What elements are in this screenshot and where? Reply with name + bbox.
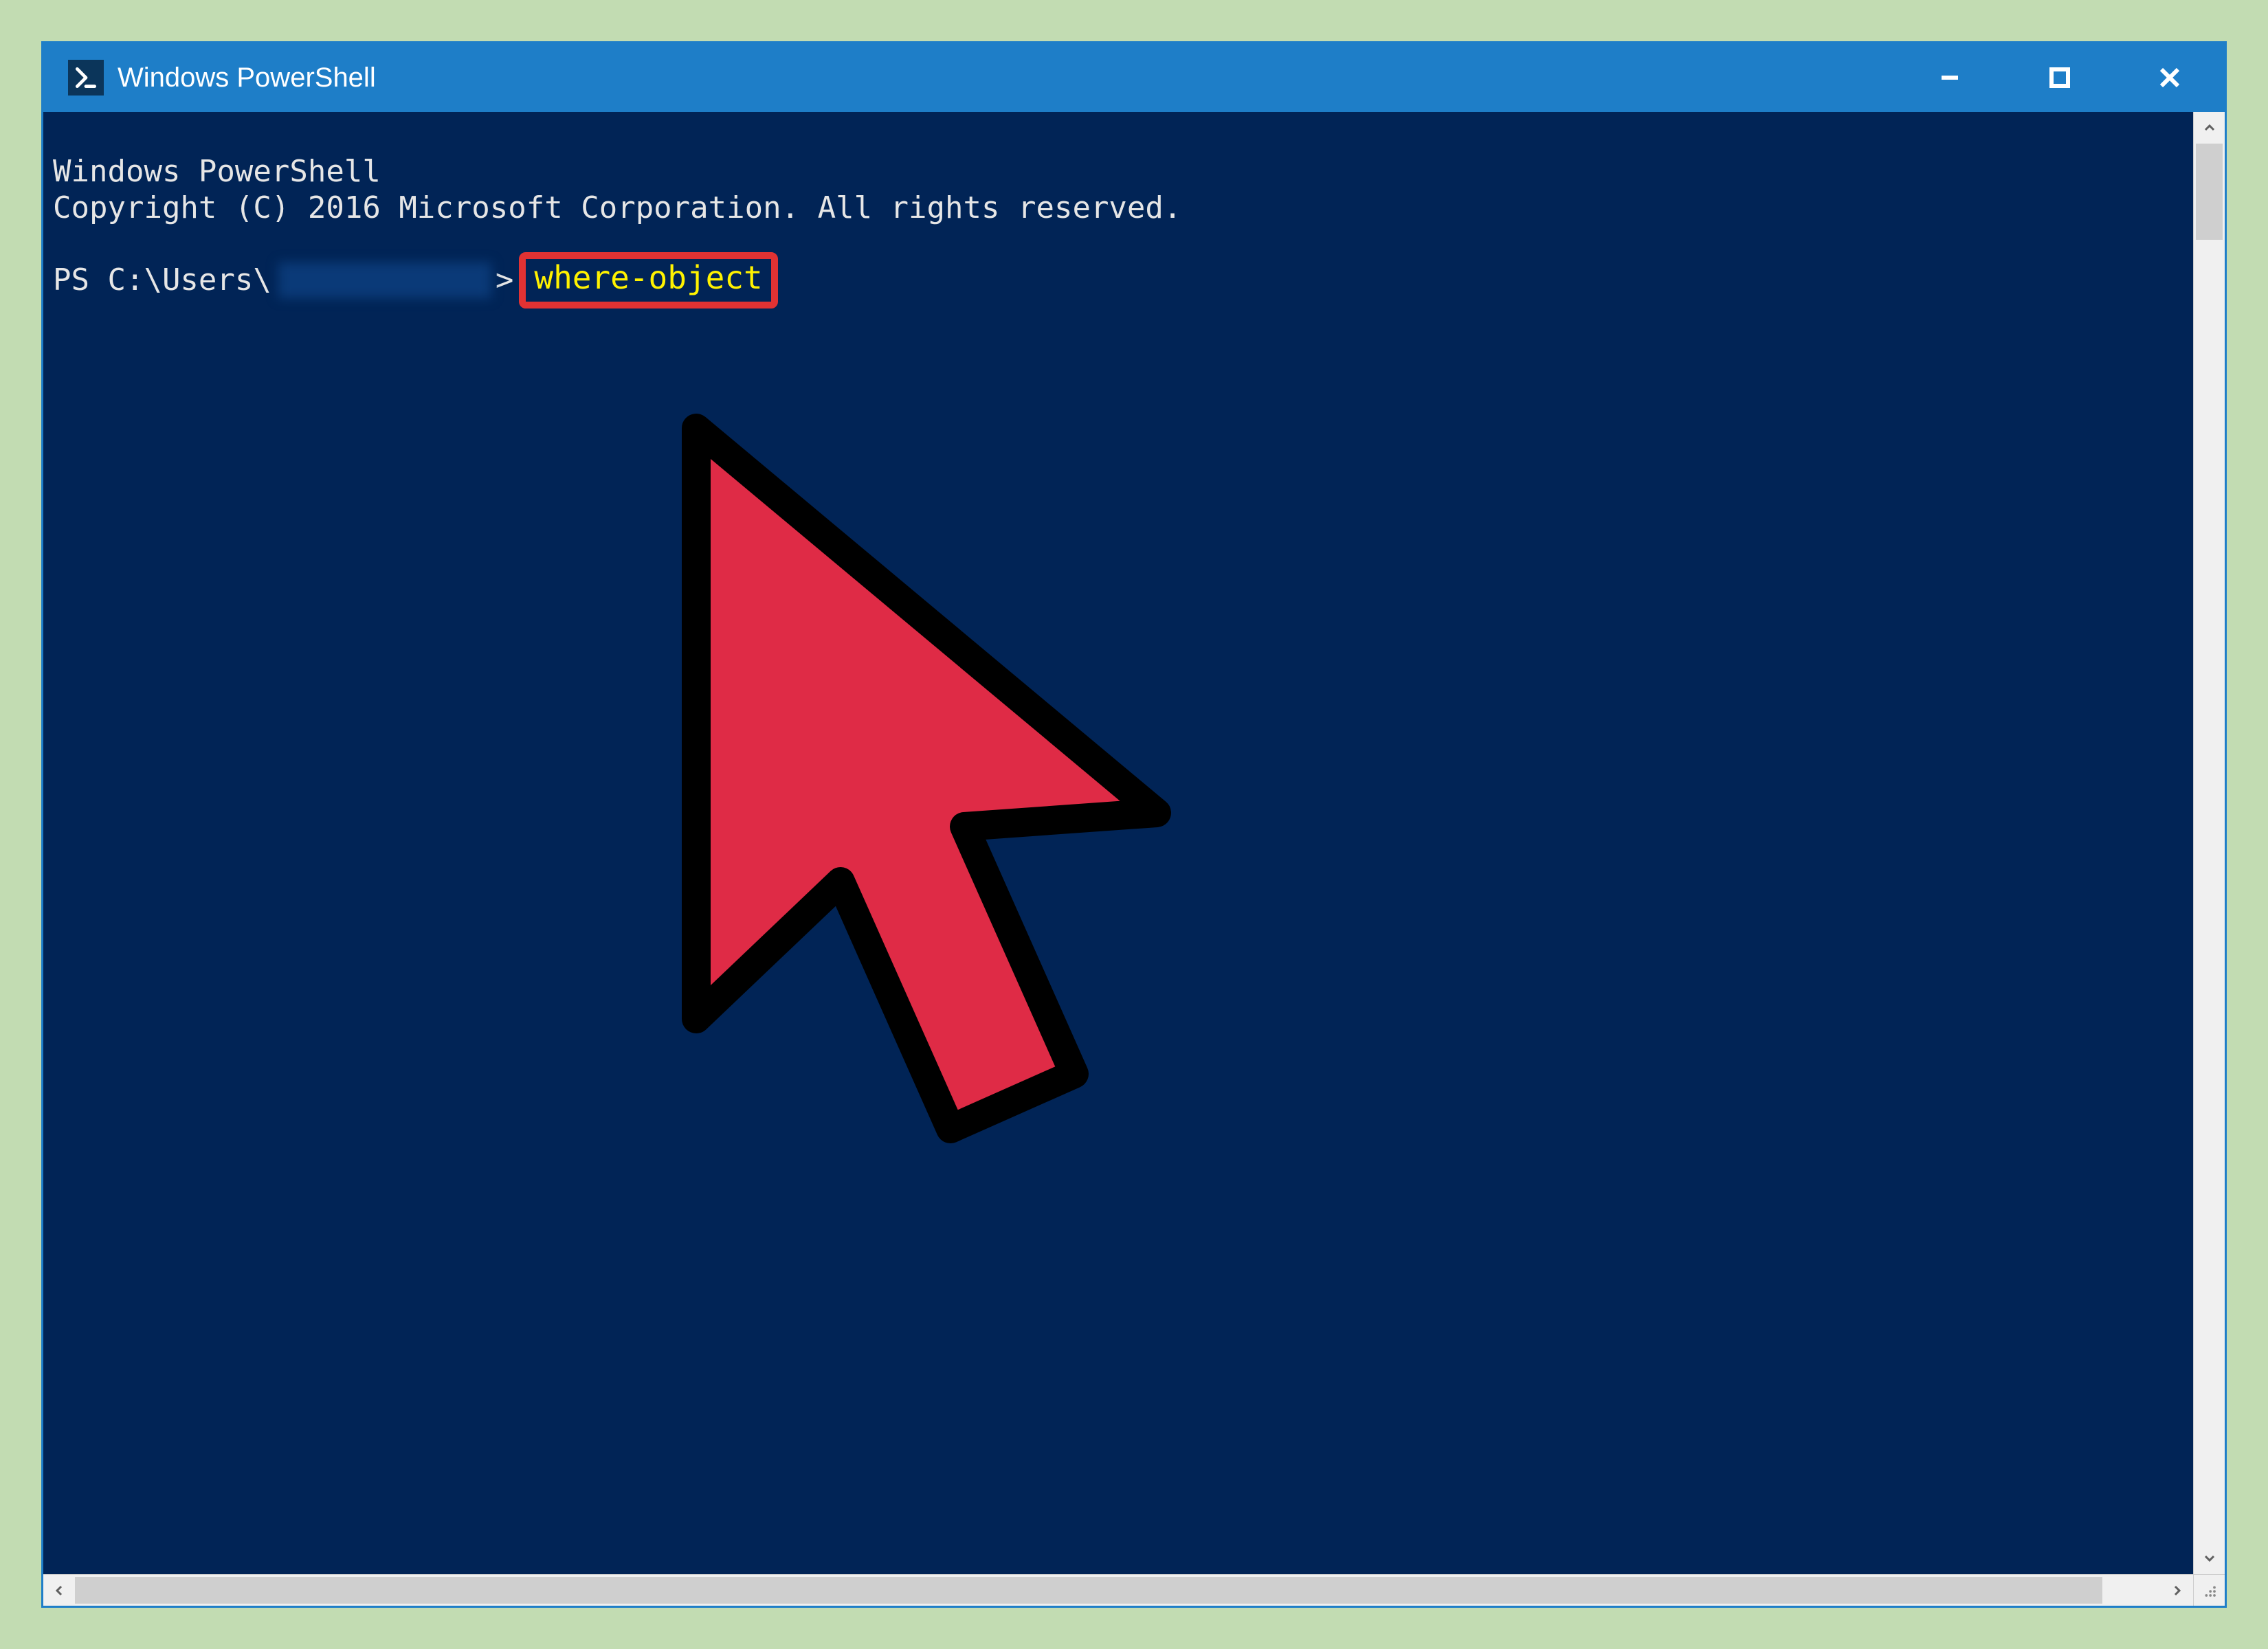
powershell-icon [68,60,104,96]
maximize-button[interactable] [2005,43,2115,112]
scroll-up-button[interactable] [2194,112,2225,144]
scroll-down-button[interactable] [2194,1543,2225,1574]
vertical-scrollbar-track[interactable] [2194,144,2225,1543]
terminal[interactable]: Windows PowerShell Copyright (C) 2016 Mi… [43,112,2193,1574]
redacted-username [278,262,491,298]
terminal-banner-line1: Windows PowerShell [53,154,381,189]
horizontal-scrollbar[interactable] [43,1574,2193,1606]
window-title: Windows PowerShell [118,63,376,93]
content-area: Windows PowerShell Copyright (C) 2016 Mi… [43,112,2225,1606]
horizontal-scrollbar-thumb[interactable] [75,1577,2102,1604]
scroll-right-button[interactable] [2161,1575,2193,1606]
scroll-left-button[interactable] [43,1575,75,1606]
vertical-scrollbar-thumb[interactable] [2196,144,2223,240]
vertical-scrollbar[interactable] [2193,112,2225,1574]
window-controls [1895,43,2225,112]
titlebar[interactable]: Windows PowerShell [43,43,2225,112]
powershell-window: Windows PowerShell Windows PowerShell Co… [41,41,2227,1608]
cursor-arrow-icon [593,401,1212,1225]
horizontal-scrollbar-track[interactable] [75,1575,2161,1606]
close-button[interactable] [2115,43,2225,112]
command-text: where-object [534,259,762,296]
prompt-suffix: > [496,262,514,299]
resize-grip[interactable] [2193,1574,2225,1606]
terminal-banner-line2: Copyright (C) 2016 Microsoft Corporation… [53,190,1181,225]
minimize-button[interactable] [1895,43,2005,112]
command-highlight-box: where-object [519,252,777,309]
prompt-prefix: PS C:\Users\ [53,262,271,299]
prompt-line: PS C:\Users\ > where-object [53,252,2189,309]
